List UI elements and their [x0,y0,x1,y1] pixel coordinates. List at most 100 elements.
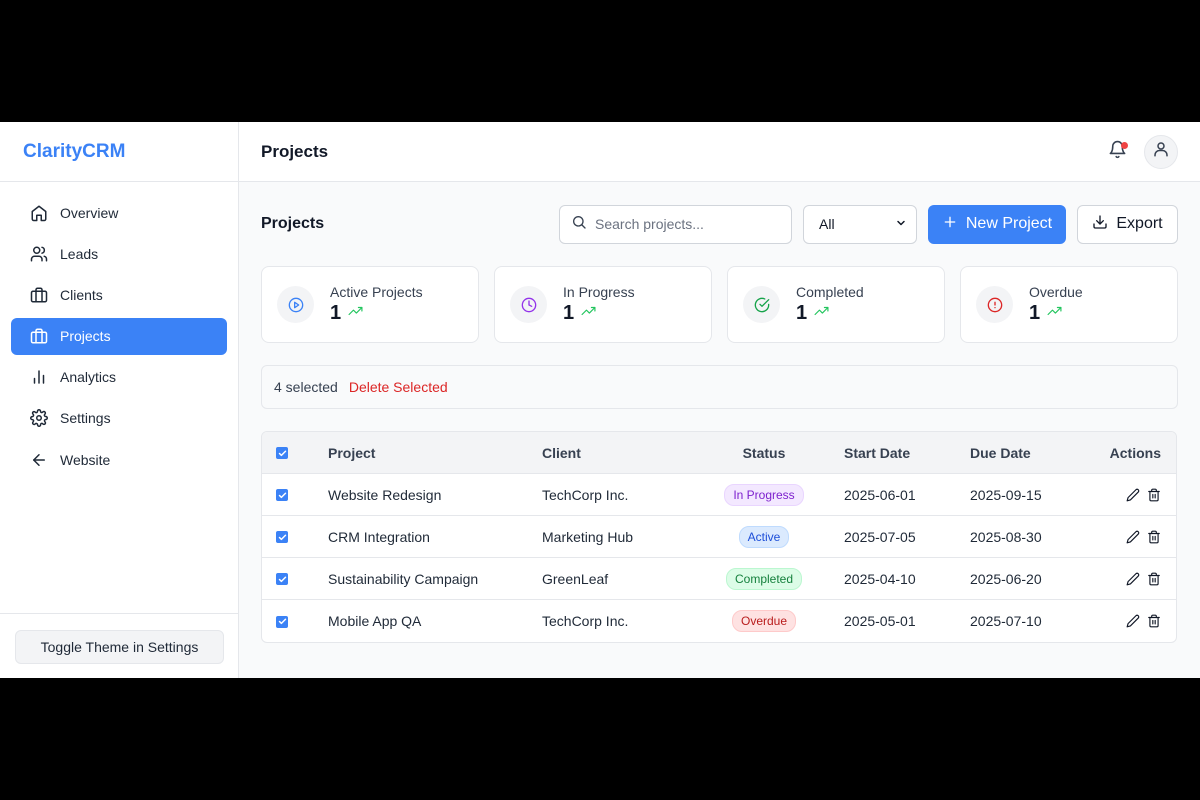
cell-due-date: 2025-08-30 [970,528,1042,545]
cell-project: Mobile App QA [328,613,422,629]
stat-value: 1 [796,302,808,324]
status-badge: Completed [725,567,803,590]
briefcase-icon [30,327,48,345]
export-label: Export [1116,215,1163,232]
edit-icon[interactable] [1126,572,1140,586]
filter-value: All [819,216,835,232]
column-header-project[interactable]: Project [328,445,542,461]
sidebar-item-label: Projects [60,328,111,345]
sidebar-item-analytics[interactable]: Analytics [11,359,227,396]
notification-dot [1121,141,1128,149]
table-row[interactable]: Mobile App QA TechCorp Inc. Overdue 2025… [262,600,1176,642]
sidebar-item-clients[interactable]: Clients [11,276,227,313]
stat-label: Completed [796,284,864,300]
sidebar-item-label: Clients [60,286,103,303]
download-icon [1092,214,1108,235]
stat-label: In Progress [563,284,635,300]
sidebar-item-leads[interactable]: Leads [11,235,227,272]
row-checkbox[interactable] [276,489,288,501]
sidebar-item-settings[interactable]: Settings [11,400,227,437]
edit-icon[interactable] [1126,530,1140,544]
stat-card-completed: Completed 1 [727,266,945,343]
new-project-label: New Project [965,215,1053,232]
edit-icon[interactable] [1126,488,1140,502]
sidebar-item-projects[interactable]: Projects [11,317,227,355]
briefcase-icon [30,286,48,304]
sidebar-nav: Overview Leads Clients Projects Analytic… [0,182,238,494]
stat-label: Overdue [1029,284,1083,300]
toggle-theme-button[interactable]: Toggle Theme in Settings [15,630,224,664]
status-badge: In Progress [724,483,804,506]
alert-circle-icon [976,286,1013,323]
column-header-status[interactable]: Status [684,445,844,461]
trash-icon[interactable] [1147,614,1161,628]
cell-start-date: 2025-04-10 [844,570,916,587]
cell-project: Website Redesign [328,486,442,503]
play-circle-icon [277,286,314,323]
notifications-button[interactable] [1104,139,1130,165]
sidebar-item-label: Settings [60,410,111,427]
bar-chart-icon [30,368,48,386]
projects-toolbar: Projects All New Project Export [261,204,1178,244]
app-window: ClarityCRM Overview Leads Clients Projec… [0,122,1200,678]
search-input[interactable] [595,216,780,232]
cell-client: Marketing Hub [542,528,634,545]
new-project-button[interactable]: New Project [928,204,1066,244]
cell-client: TechCorp Inc. [542,613,629,629]
cell-due-date: 2025-07-10 [970,613,1042,629]
chevron-down-icon [895,216,907,232]
stat-value: 1 [1029,302,1041,324]
column-header-actions: Actions [1109,444,1161,461]
user-icon [1152,140,1170,163]
brand-logo[interactable]: ClarityCRM [0,122,238,182]
select-all-checkbox[interactable] [276,447,288,459]
projects-table: Project Client Status Start Date Due Dat… [261,431,1177,643]
trending-up-icon [347,304,364,323]
stat-card-active: Active Projects 1 [261,266,479,343]
row-checkbox[interactable] [276,573,288,585]
status-filter-select[interactable]: All [803,204,917,244]
home-icon [30,204,48,222]
users-icon [30,245,48,263]
stat-label: Active Projects [330,284,423,300]
export-button[interactable]: Export [1077,204,1178,244]
sidebar-item-overview[interactable]: Overview [11,194,227,231]
sidebar-item-label: Overview [60,204,119,221]
sidebar-item-website[interactable]: Website [11,441,227,478]
edit-icon[interactable] [1126,614,1140,628]
trash-icon[interactable] [1147,530,1161,544]
row-checkbox[interactable] [276,615,288,628]
sidebar-item-label: Website [60,451,111,468]
selected-count: 4 selected [274,379,338,395]
main-area: Projects Projects All [239,122,1200,678]
search-box [559,204,792,244]
table-row[interactable]: CRM Integration Marketing Hub Active 202… [262,516,1176,558]
table-header-row: Project Client Status Start Date Due Dat… [262,432,1176,474]
table-row[interactable]: Website Redesign TechCorp Inc. In Progre… [262,474,1176,516]
cell-due-date: 2025-06-20 [970,570,1042,587]
cell-project: CRM Integration [328,528,430,545]
cell-start-date: 2025-07-05 [844,528,916,545]
arrow-left-icon [30,451,48,469]
column-header-due-date[interactable]: Due Date [970,445,1096,461]
row-checkbox[interactable] [276,531,288,543]
column-header-client[interactable]: Client [542,445,684,461]
delete-selected-button[interactable]: Delete Selected [349,379,448,395]
cell-client: TechCorp Inc. [542,486,629,503]
avatar[interactable] [1144,134,1178,169]
stat-card-in-progress: In Progress 1 [494,266,712,343]
cell-start-date: 2025-06-01 [844,486,916,503]
trash-icon[interactable] [1147,572,1161,586]
column-header-start-date[interactable]: Start Date [844,445,970,461]
trash-icon[interactable] [1147,488,1161,502]
check-circle-icon [743,286,780,323]
table-row[interactable]: Sustainability Campaign GreenLeaf Comple… [262,558,1176,600]
clock-icon [510,286,547,323]
page-title: Projects [261,141,329,161]
plus-icon [942,214,958,235]
trending-up-icon [580,304,597,323]
sidebar-item-label: Analytics [60,369,117,386]
cell-start-date: 2025-05-01 [844,613,916,629]
top-actions [1104,134,1178,169]
cell-project: Sustainability Campaign [328,570,479,587]
